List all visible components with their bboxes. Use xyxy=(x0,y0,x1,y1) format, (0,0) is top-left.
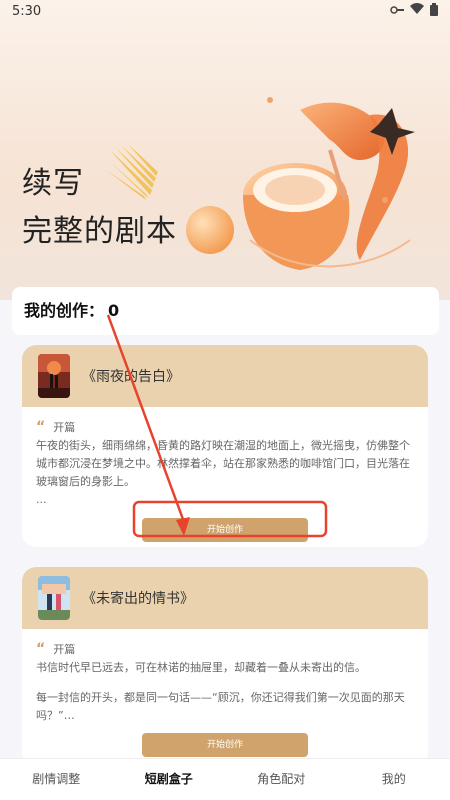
story-body: “ 开篇 书信时代早已远去，可在林诺的抽屉里，却藏着一叠从未寄出的信。 每一封信… xyxy=(22,629,428,757)
tab-character-match[interactable]: 角色配对 xyxy=(225,759,338,800)
status-time: 5:30 xyxy=(12,3,42,19)
start-create-button[interactable]: 开始创作 xyxy=(142,733,308,757)
story-title: 《雨夜的告白》 xyxy=(82,369,180,385)
story-section: “ 开篇 xyxy=(36,641,414,657)
status-bar: 5:30 xyxy=(0,0,450,22)
story-ellipsis: ... xyxy=(36,493,47,506)
battery-icon xyxy=(430,2,438,20)
my-creations-card: 我的创作： 0 xyxy=(12,287,439,335)
story-card[interactable]: 《未寄出的情书》 “ 开篇 书信时代早已远去，可在林诺的抽屉里，却藏着一叠从未寄… xyxy=(22,567,428,767)
story-section: “ 开篇 xyxy=(36,419,414,435)
story-section-label: 开篇 xyxy=(53,421,76,434)
hero-title-line1: 续写 xyxy=(22,166,84,201)
start-create-button[interactable]: 开始创作 xyxy=(142,518,308,542)
story-card-header: 《未寄出的情书》 xyxy=(22,567,428,629)
tab-short-drama-box[interactable]: 短剧盒子 xyxy=(113,759,226,800)
my-creations-label: 我的创作： xyxy=(24,301,105,320)
story-section-label: 开篇 xyxy=(53,643,76,656)
tab-mine[interactable]: 我的 xyxy=(338,759,450,800)
story-card[interactable]: 《雨夜的告白》 “ 开篇 午夜的街头，细雨绵绵，昏黄的路灯映在潮湿的地面上，微光… xyxy=(22,345,428,547)
bottom-tab-bar: 剧情调整 短剧盒子 角色配对 我的 xyxy=(0,758,450,800)
hero-title: 续写 完整的剧本 xyxy=(22,160,177,256)
story-thumbnail xyxy=(38,576,70,620)
quote-icon: “ xyxy=(36,419,46,435)
hero-title-line2: 完整的剧本 xyxy=(22,214,177,249)
story-title: 《未寄出的情书》 xyxy=(82,591,194,607)
story-thumbnail xyxy=(38,354,70,398)
story-excerpt: 午夜的街头，细雨绵绵，昏黄的路灯映在潮湿的地面上，微光摇曳，仿佛整个城市都沉浸在… xyxy=(36,439,410,488)
tab-plot-adjust[interactable]: 剧情调整 xyxy=(0,759,113,800)
key-icon xyxy=(390,4,404,19)
story-body: “ 开篇 午夜的街头，细雨绵绵，昏黄的路灯映在潮湿的地面上，微光摇曳，仿佛整个城… xyxy=(22,407,428,542)
story-excerpt: 书信时代早已远去，可在林诺的抽屉里，却藏着一叠从未寄出的信。 xyxy=(36,661,366,674)
status-icons xyxy=(390,2,438,20)
quote-icon: “ xyxy=(36,641,46,657)
story-excerpt-2: 每一封信的开头，都是同一句话——“顾沉，你还记得我们第一次见面的那天吗？”… xyxy=(36,691,405,722)
my-creations-count: 0 xyxy=(108,301,120,320)
wifi-icon xyxy=(410,3,424,19)
story-card-header: 《雨夜的告白》 xyxy=(22,345,428,407)
hero-banner: 续写 完整的剧本 xyxy=(0,0,450,300)
